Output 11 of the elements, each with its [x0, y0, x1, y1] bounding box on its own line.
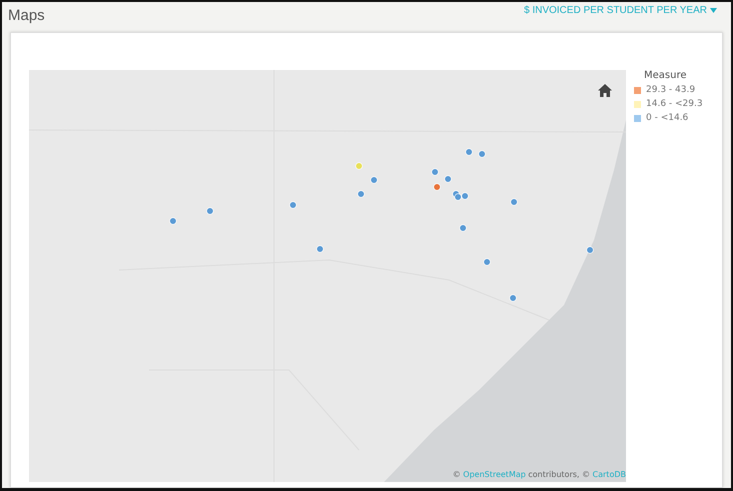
attribution-text: © OpenStreetMap contributors, © CartoDB [452, 470, 626, 479]
page-title: Maps [8, 7, 45, 24]
legend-label: 0 - <14.6 [646, 113, 690, 123]
legend-label: 29.3 - 43.9 [646, 85, 696, 95]
home-icon[interactable] [598, 84, 612, 97]
caret-icon [710, 8, 717, 13]
legend-title: Measure [644, 70, 688, 81]
attribution-link[interactable]: OpenStreetMap [463, 470, 526, 479]
legend-label: 14.6 - <29.3 [646, 99, 704, 109]
measure-dropdown[interactable]: $ INVOICED PER STUDENT PER YEAR [524, 5, 717, 16]
attribution-link[interactable]: CartoDB [592, 470, 626, 479]
